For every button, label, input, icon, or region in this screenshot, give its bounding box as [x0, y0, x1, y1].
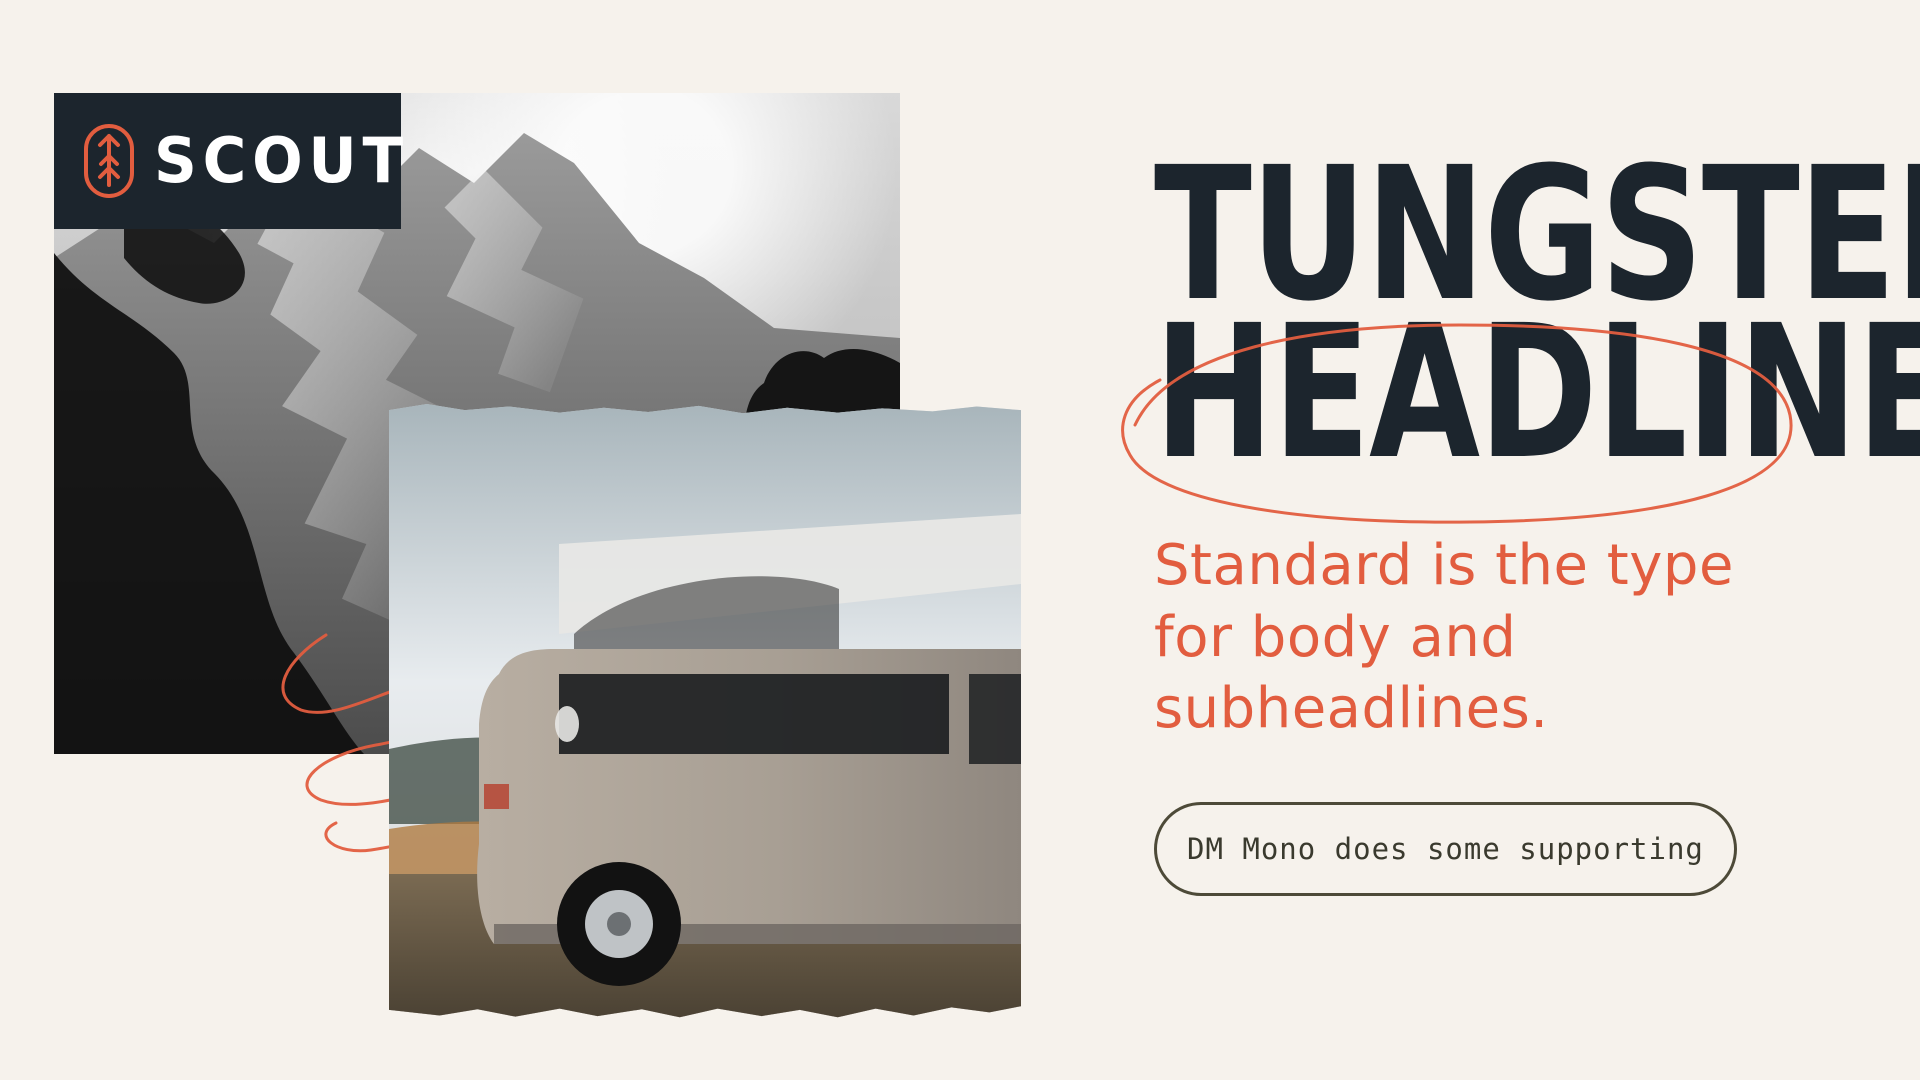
headline-line-2: HEADLINE	[1154, 286, 1920, 501]
brand-logo-block: SCOUT	[54, 93, 403, 229]
subheadline-text: Standard is the type for body and subhea…	[1154, 533, 1734, 742]
headline-text: TUNGSTEN HEADLINE	[1154, 143, 1920, 501]
typography-sample: TUNGSTEN HEADLINE Standard is the type f…	[1120, 0, 1920, 1080]
tree-arrow-icon	[84, 124, 134, 198]
supporting-text-pill: DM Mono does some supporting	[1154, 802, 1737, 896]
brand-logo-text: SCOUT	[154, 124, 409, 197]
photo-collage: SCOUT	[0, 0, 1040, 1080]
van-photo	[389, 404, 1021, 1018]
van-illustration	[389, 404, 1021, 1018]
